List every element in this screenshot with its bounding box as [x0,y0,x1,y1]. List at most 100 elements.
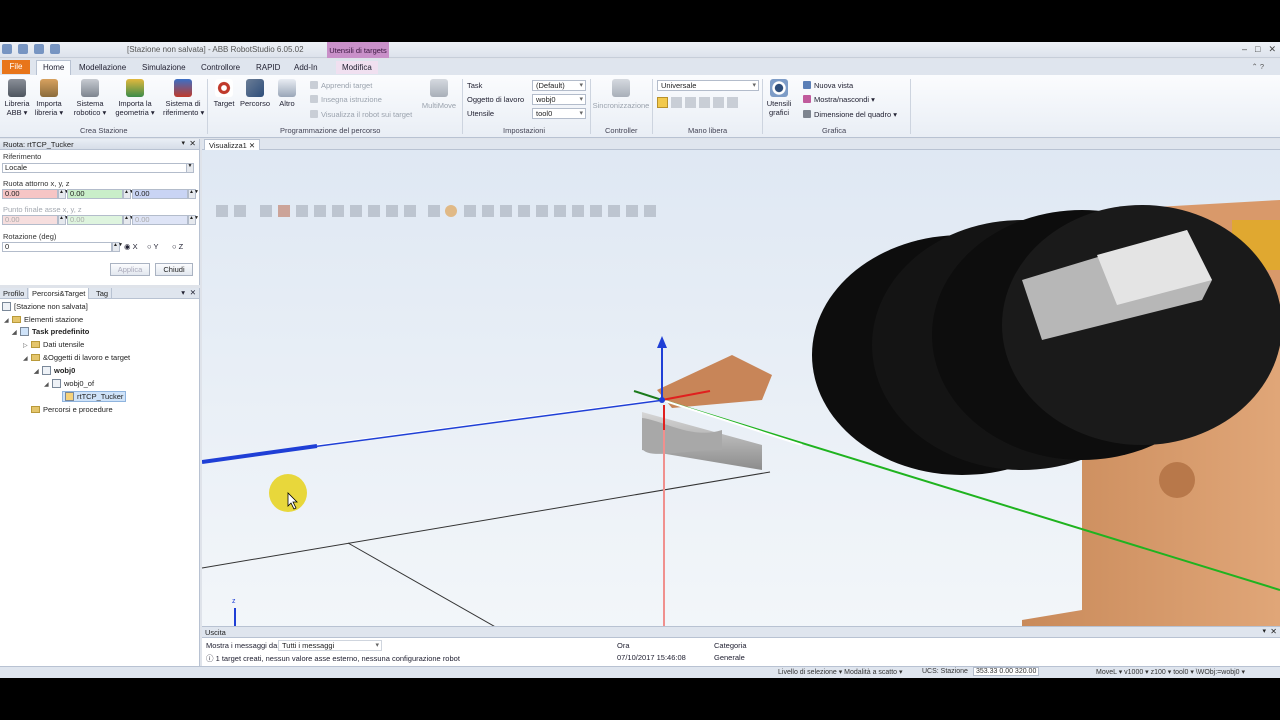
chiudi-button[interactable]: Chiudi [155,263,193,276]
asse-y-field[interactable]: 0.00 [67,189,123,199]
tab-add-in[interactable]: Add-In [288,61,324,74]
finale-z-spinner[interactable]: ▲▼ [188,215,199,225]
altro-button[interactable]: Altro [276,79,298,108]
tab-percorsi-target[interactable]: Percorsi&Target [29,288,90,299]
tree-item-rttcp-tucker[interactable]: rtTCP_Tucker [62,391,127,402]
tab-profilo[interactable]: Profilo [0,288,29,299]
task-select[interactable]: (Default) [532,80,586,91]
axis-z-radio[interactable]: ○ Z [172,242,183,251]
tree-item-station[interactable]: [Stazione non salvata] [2,302,88,311]
tree-item-wobj0-of[interactable]: ◢ wobj0_of [44,379,94,388]
group-separator [762,79,763,134]
tree-item-percorsi[interactable]: Percorsi e procedure [23,405,113,414]
asse-x-field[interactable]: 0.00 [2,189,58,199]
svg-text:z: z [232,598,236,605]
finale-x-spinner[interactable]: ▲▼ [58,215,69,225]
finale-z-field[interactable]: 0.00 [132,215,188,225]
output-message[interactable]: ⓘ 1 target creati, nessun valore asse es… [206,653,460,664]
geometry-import-icon [126,79,144,97]
nuova-vista-button[interactable]: Nuova vista [803,81,853,90]
tree-item-dati-utensile[interactable]: ▷ Dati utensile [23,340,84,349]
asse-z-field[interactable]: 0.00 [132,189,188,199]
utensili-grafici-button[interactable]: Utensili grafici [764,79,794,117]
tab-rapid[interactable]: RAPID [250,61,286,74]
axis-y-radio[interactable]: ○ Y [147,242,159,251]
riferimento-select[interactable]: Locale [2,163,194,173]
finale-y-spinner[interactable]: ▲▼ [123,215,134,225]
close-icon[interactable]: ✕ [190,288,196,297]
tab-modellazione[interactable]: Modellazione [73,61,132,74]
jog-reorient-icon[interactable] [713,97,724,108]
customize-icon[interactable] [50,44,60,54]
sistema-riferimento-button[interactable]: Sistema di riferimento ▾ [163,79,204,117]
tab-tag[interactable]: Tag [93,288,113,299]
collapse-icon[interactable]: ◢ [23,355,31,362]
save-icon[interactable] [2,44,12,54]
collapse-icon[interactable]: ◢ [44,381,52,388]
target-origin[interactable] [659,397,665,403]
percorso-button[interactable]: Percorso [240,79,270,108]
tree-item-wobj0[interactable]: ◢ wobj0 [34,366,75,375]
tab-simulazione[interactable]: Simulazione [136,61,192,74]
freehand-frame-select[interactable]: Universale [657,80,759,91]
chevron-down-icon[interactable]: ▼ [186,163,194,173]
target-button[interactable]: Target [211,79,237,108]
pin-icon[interactable]: ▾ [181,139,185,147]
tool-select[interactable]: tool0 [532,108,586,119]
jog-linear-icon[interactable] [699,97,710,108]
finale-x-field[interactable]: 0.00 [2,215,58,225]
asse-z-spinner[interactable]: ▲▼ [188,189,199,199]
tree-item-elementi[interactable]: ◢ Elementi stazione [4,315,83,324]
target-icon [215,79,233,97]
close-icon[interactable]: ✕ [1268,44,1276,55]
visualizza-robot-button[interactable]: Visualizza il robot sui target [310,110,412,119]
finale-y-field[interactable]: 0.00 [67,215,123,225]
insegna-istruzione-button[interactable]: Insegna istruzione [310,95,382,104]
dimensione-quadro-button[interactable]: Dimensione del quadro ▾ [803,110,897,119]
libreria-abb-button[interactable]: Libreria ABB ▾ [3,79,31,117]
workobject-select[interactable]: wobj0 [532,94,586,105]
close-icon[interactable]: ✕ [1270,627,1277,636]
tab-modifica[interactable]: Modifica [336,61,378,74]
collapse-icon[interactable]: ◢ [12,329,20,336]
mostra-nascondi-button[interactable]: Mostra/nascondi ▾ [803,95,875,104]
expand-icon[interactable]: ▷ [23,342,31,349]
move-icon[interactable] [657,97,668,108]
rotazione-field[interactable]: 0 [2,242,112,252]
rotate-icon[interactable] [671,97,682,108]
collapse-icon[interactable]: ◢ [34,368,42,375]
rotazione-spinner[interactable]: ▲▼ [112,242,123,252]
asse-x-spinner[interactable]: ▲▼ [58,189,69,199]
tab-file[interactable]: File [2,60,30,74]
undo-icon[interactable] [18,44,28,54]
tree-item-oggetti[interactable]: ◢ &Oggetti di lavoro e target [23,353,130,362]
jog-joint-icon[interactable] [685,97,696,108]
multi-robot-jog-icon[interactable] [727,97,738,108]
tab-home[interactable]: Home [36,60,72,76]
close-icon[interactable]: ✕ [189,139,196,148]
asse-y-spinner[interactable]: ▲▼ [123,189,134,199]
pin-icon[interactable]: ▾ [1262,627,1266,635]
3d-scene[interactable]: z [202,150,1280,666]
importa-geometria-button[interactable]: Importa la geometria ▾ [114,79,156,117]
move-settings[interactable]: MoveL ▾ v1000 ▾ z100 ▾ tool0 ▾ \WObj:=wo… [1096,668,1245,676]
maximize-icon[interactable]: □ [1255,44,1260,55]
apprendi-target-button[interactable]: Apprendi target [310,81,372,90]
multimove-button[interactable]: MultiMove [420,79,458,110]
axis-x-radio[interactable]: ◉ X [124,242,138,251]
importa-libreria-button[interactable]: Importa libreria ▾ [33,79,65,117]
tab-visualizza1[interactable]: Visualizza1 ✕ [204,139,261,150]
sistema-robotico-button[interactable]: Sistema robotico ▾ [72,79,108,117]
graphics-view[interactable]: Visualizza1 ✕ z [202,139,1280,666]
pin-icon[interactable]: ▾ [181,288,185,297]
collapse-icon[interactable]: ◢ [4,317,12,324]
tab-controllore[interactable]: Controllore [195,61,246,74]
selection-level[interactable]: Livello di selezione ▾ Modalità a scatto… [778,668,903,676]
minimize-icon[interactable]: – [1242,44,1247,55]
applica-button[interactable]: Applica [110,263,150,276]
sincronizzazione-button[interactable]: Sincronizzazione [592,79,650,110]
filter-select[interactable]: Tutti i messaggi [278,640,382,651]
help-icon[interactable]: ⌃ ? [1251,62,1264,71]
tree-item-task[interactable]: ◢ Task predefinito [12,327,89,336]
redo-icon[interactable] [34,44,44,54]
